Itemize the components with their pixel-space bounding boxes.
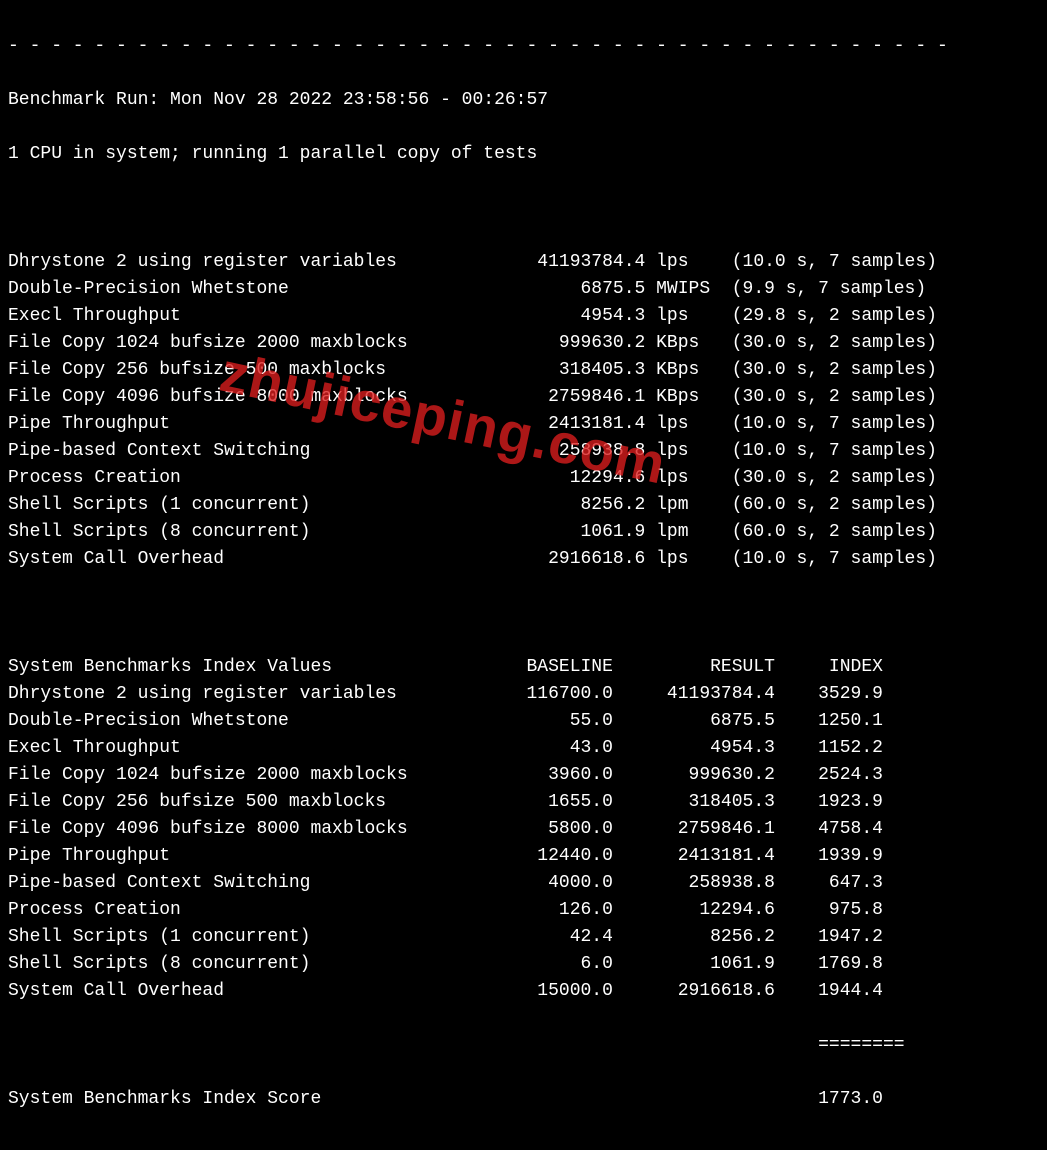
index-row: File Copy 1024 bufsize 2000 maxblocks 39…	[8, 762, 1039, 789]
result-row: Shell Scripts (1 concurrent) 8256.2 lpm …	[8, 492, 1039, 519]
result-row: Double-Precision Whetstone 6875.5 MWIPS …	[8, 276, 1039, 303]
result-row: Pipe Throughput 2413181.4 lps (10.0 s, 7…	[8, 411, 1039, 438]
index-row: Double-Precision Whetstone 55.0 6875.5 1…	[8, 708, 1039, 735]
index-row: Execl Throughput 43.0 4954.3 1152.2	[8, 735, 1039, 762]
index-header: System Benchmarks Index Values BASELINE …	[8, 654, 1039, 681]
index-row: Shell Scripts (1 concurrent) 42.4 8256.2…	[8, 924, 1039, 951]
results-block: Dhrystone 2 using register variables 411…	[8, 249, 1039, 573]
result-row: Execl Throughput 4954.3 lps (29.8 s, 2 s…	[8, 303, 1039, 330]
result-row: Pipe-based Context Switching 258938.8 lp…	[8, 438, 1039, 465]
result-row: File Copy 1024 bufsize 2000 maxblocks 99…	[8, 330, 1039, 357]
result-row: Process Creation 12294.6 lps (30.0 s, 2 …	[8, 465, 1039, 492]
result-row: File Copy 4096 bufsize 8000 maxblocks 27…	[8, 384, 1039, 411]
index-row: System Call Overhead 15000.0 2916618.6 1…	[8, 978, 1039, 1005]
benchmark-run-line: Benchmark Run: Mon Nov 28 2022 23:58:56 …	[8, 87, 1039, 114]
score-line: System Benchmarks Index Score 1773.0	[8, 1086, 1039, 1113]
index-row: File Copy 4096 bufsize 8000 maxblocks 58…	[8, 816, 1039, 843]
index-row: Dhrystone 2 using register variables 116…	[8, 681, 1039, 708]
index-row: Process Creation 126.0 12294.6 975.8	[8, 897, 1039, 924]
score-value-line: System Benchmarks Index Score 1773.0	[8, 1086, 1039, 1113]
index-row: File Copy 256 bufsize 500 maxblocks 1655…	[8, 789, 1039, 816]
index-row: Pipe-based Context Switching 4000.0 2589…	[8, 870, 1039, 897]
index-row: Shell Scripts (8 concurrent) 6.0 1061.9 …	[8, 951, 1039, 978]
result-row: File Copy 256 bufsize 500 maxblocks 3184…	[8, 357, 1039, 384]
cpu-info-line: 1 CPU in system; running 1 parallel copy…	[8, 141, 1039, 168]
separator-line: - - - - - - - - - - - - - - - - - - - - …	[8, 33, 1039, 60]
index-row: Pipe Throughput 12440.0 2413181.4 1939.9	[8, 843, 1039, 870]
terminal-output: - - - - - - - - - - - - - - - - - - - - …	[0, 0, 1047, 1150]
result-row: Shell Scripts (8 concurrent) 1061.9 lpm …	[8, 519, 1039, 546]
score-rule: ========	[8, 1032, 1039, 1059]
index-block: System Benchmarks Index Values BASELINE …	[8, 654, 1039, 1005]
result-row: Dhrystone 2 using register variables 411…	[8, 249, 1039, 276]
result-row: System Call Overhead 2916618.6 lps (10.0…	[8, 546, 1039, 573]
